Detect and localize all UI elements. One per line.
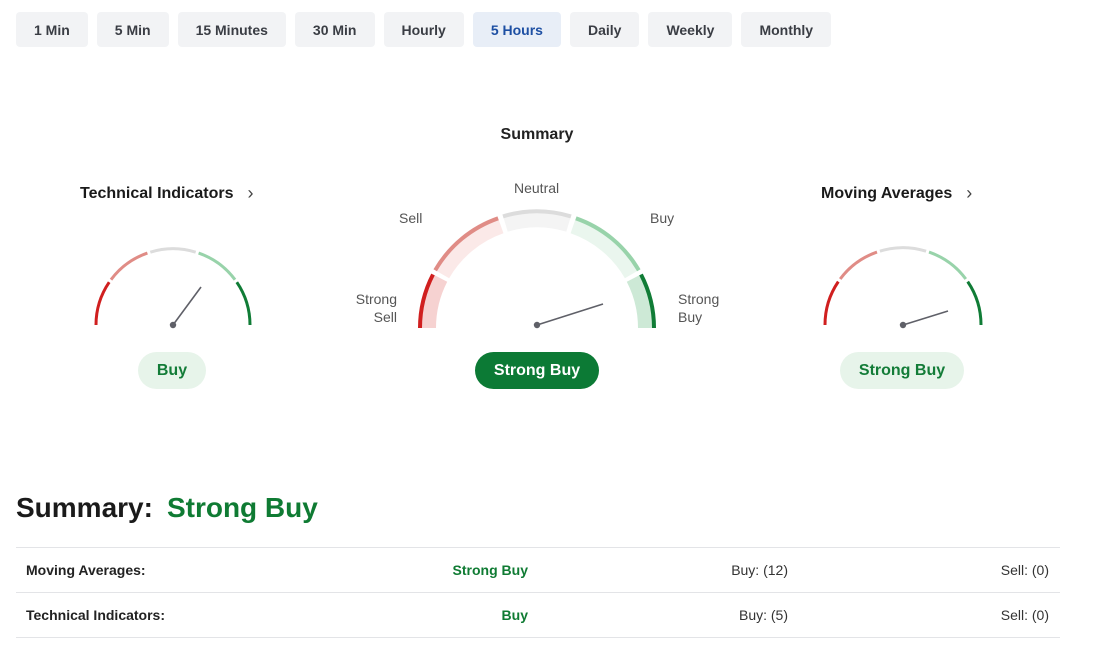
label-strong-sell: Strong Sell [355,291,397,325]
gauge-segment-strong-buy [966,280,983,326]
row-name: Moving Averages: [26,562,146,578]
row-rating: Buy [501,607,528,623]
summary-gauge [418,209,656,329]
tab-weekly[interactable]: Weekly [648,12,733,47]
tab-daily[interactable]: Daily [569,12,640,47]
moving-averages-link[interactable]: Moving Averages › [821,183,972,204]
technical-rating-badge: Buy [138,352,206,389]
summary-result: Summary: Strong Buy [16,492,318,524]
table-row: Technical Indicators: Buy Buy: (5) Sell:… [16,593,1060,638]
tab-15-minutes[interactable]: 15 Minutes [177,12,286,47]
label-neutral: Neutral [514,180,560,196]
summary-value: Strong Buy [166,492,318,523]
row-buy-count: Buy: (5) [738,607,788,623]
gauge-needle [172,286,202,326]
gauge-segment-strong-buy [235,281,252,326]
moving-averages-title: Moving Averages [821,184,953,202]
gauge-segment-buy [928,250,968,280]
technical-indicators-title: Technical Indicators [80,184,234,202]
row-buy-count: Buy: (12) [731,562,788,578]
tab-30-min[interactable]: 30 Min [294,12,375,47]
gauge-needle-pivot [169,321,177,329]
gauge-segment-strong-sell [94,281,111,326]
technical-indicators-gauge [94,247,252,329]
gauge-segment-strong-sell [823,280,840,326]
gauge-segment-sell [109,251,148,281]
tab-monthly[interactable]: Monthly [741,12,832,47]
chevron-right-icon: › [966,183,973,203]
row-name: Technical Indicators: [26,607,165,623]
label-strong-buy: Strong Buy [678,291,720,325]
gauge-segment-neutral [149,247,197,254]
gauge-needle [902,310,949,326]
tab-5-hours[interactable]: 5 Hours [472,12,561,47]
gauge-segment-buy [198,251,237,281]
table-row: Moving Averages: Strong Buy Buy: (12) Se… [16,548,1060,593]
row-sell-count: Sell: (0) [1000,562,1049,578]
moving-averages-gauge [823,246,983,329]
moving-averages-rating-badge: Strong Buy [840,352,964,389]
row-rating: Strong Buy [452,562,528,578]
chevron-right-icon: › [247,183,254,203]
tab-1-min[interactable]: 1 Min [16,12,88,47]
tab-hourly[interactable]: Hourly [383,12,464,47]
gauge-needle-pivot [899,321,907,329]
summary-table: Moving Averages: Strong Buy Buy: (12) Se… [16,547,1060,638]
gauge-segment-neutral [879,246,927,253]
gauge-segment-sell [838,250,878,280]
timeframe-tabs: 1 Min 5 Min 15 Minutes 30 Min Hourly 5 H… [16,12,832,47]
gauge-needle-pivot [533,321,541,329]
row-sell-count: Sell: (0) [1000,607,1049,623]
summary-label: Summary: [16,492,153,523]
summary-rating-badge: Strong Buy [475,352,599,389]
technical-indicators-link[interactable]: Technical Indicators › [80,183,254,204]
tab-5-min[interactable]: 5 Min [96,12,169,47]
gauge-needle [536,303,604,326]
summary-heading: Summary [500,126,574,143]
